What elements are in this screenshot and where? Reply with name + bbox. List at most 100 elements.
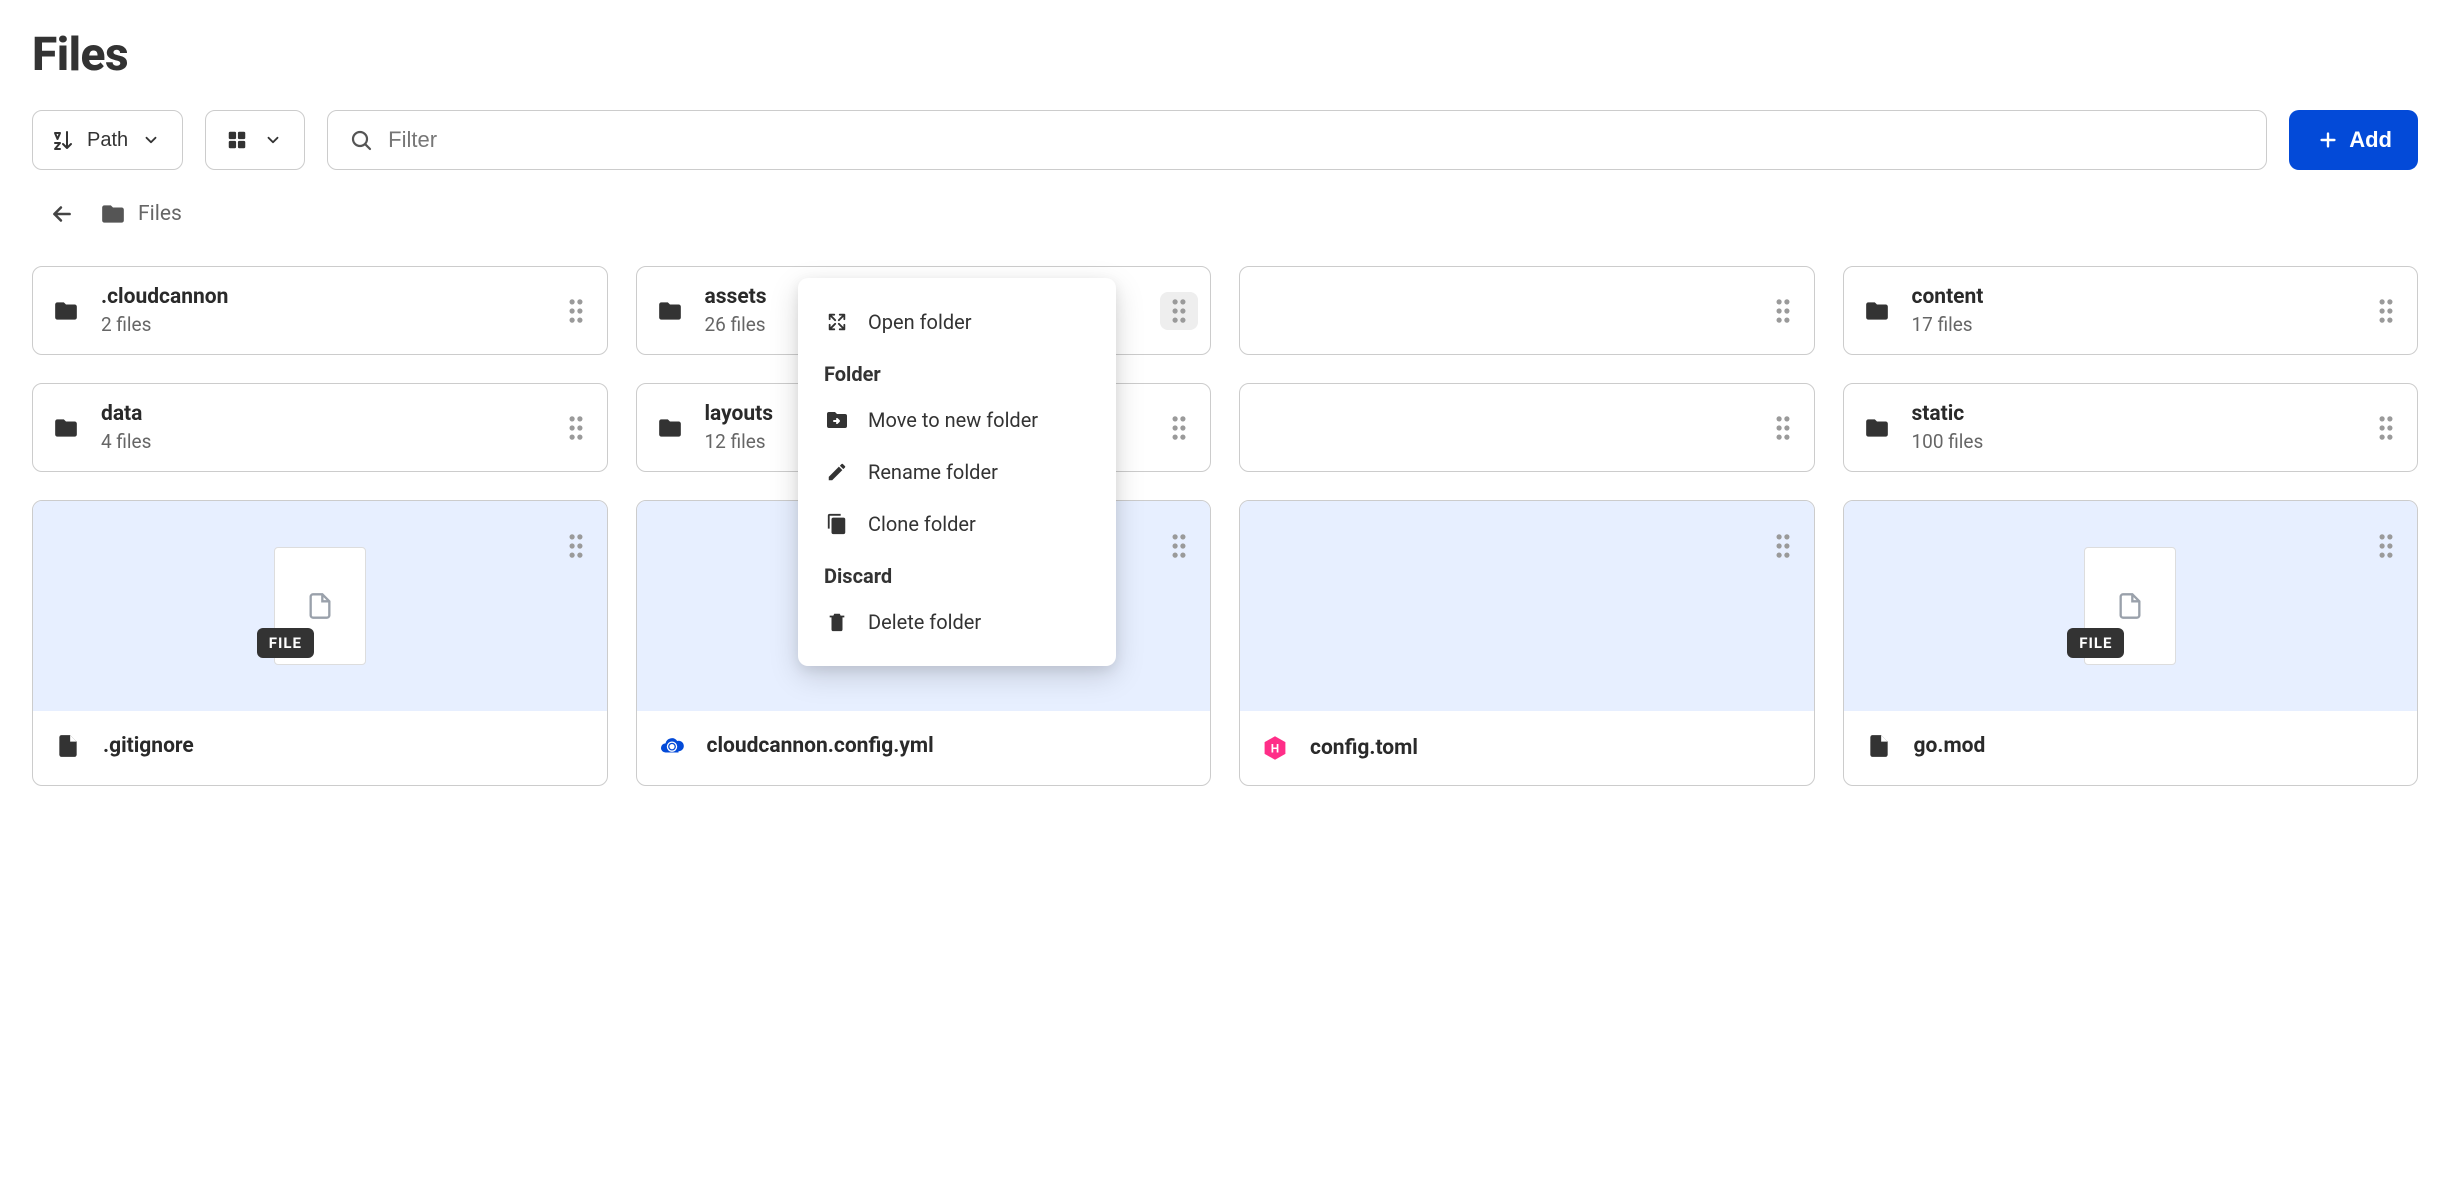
- folder-actions-button[interactable]: [1160, 409, 1198, 447]
- folder-card[interactable]: .cloudcannon 2 files: [32, 266, 608, 355]
- folder-actions-button[interactable]: [557, 292, 595, 330]
- chevron-down-icon: [260, 131, 286, 149]
- breadcrumb-back-button[interactable]: [44, 196, 80, 232]
- folder-card[interactable]: [1239, 266, 1815, 355]
- menu-open-folder[interactable]: Open folder: [798, 296, 1116, 348]
- file-name: config.toml: [1310, 736, 1418, 760]
- file-preview: [1240, 501, 1814, 711]
- folder-info: data 4 files: [101, 402, 151, 453]
- document-icon: FILE: [274, 547, 366, 665]
- file-actions-button[interactable]: [557, 527, 595, 565]
- file-footer: cloudcannon.config.yml: [637, 711, 1211, 781]
- file-actions-button[interactable]: [1160, 527, 1198, 565]
- filter-input-wrapper: [327, 110, 2267, 170]
- folder-actions-button[interactable]: [1764, 409, 1802, 447]
- file-badge: FILE: [257, 628, 314, 658]
- folder-card[interactable]: data 4 files: [32, 383, 608, 472]
- toolbar: Path Add: [32, 110, 2418, 170]
- edit-icon: [824, 461, 850, 483]
- file-card[interactable]: FILE go.mod: [1843, 500, 2419, 786]
- folder-icon: [53, 406, 79, 450]
- folder-icon: [1864, 289, 1890, 333]
- folder-actions-button[interactable]: [2367, 292, 2405, 330]
- file-icon: [55, 729, 81, 763]
- folder-info: content 17 files: [1912, 285, 1984, 336]
- folder-name: content: [1912, 285, 1984, 309]
- cloudcannon-icon: [659, 729, 685, 763]
- folder-meta: 12 files: [705, 430, 774, 453]
- breadcrumb: Files: [32, 196, 2418, 232]
- folder-meta: 4 files: [101, 430, 151, 453]
- folder-actions-button[interactable]: [557, 409, 595, 447]
- file-actions-button[interactable]: [2367, 527, 2405, 565]
- folder-actions-button[interactable]: [2367, 409, 2405, 447]
- file-name: cloudcannon.config.yml: [707, 734, 934, 758]
- file-grid: .cloudcannon 2 files assets 26 files con…: [32, 266, 2418, 786]
- document-icon: FILE: [2084, 547, 2176, 665]
- folder-icon: [657, 289, 683, 333]
- folder-card[interactable]: static 100 files: [1843, 383, 2419, 472]
- search-icon: [348, 128, 374, 152]
- add-label: Add: [2349, 127, 2392, 153]
- menu-move-folder[interactable]: Move to new folder: [798, 394, 1116, 446]
- file-card[interactable]: H config.toml: [1239, 500, 1815, 786]
- file-footer: H config.toml: [1240, 711, 1814, 785]
- menu-item-label: Clone folder: [868, 512, 976, 536]
- menu-section-folder: Folder: [798, 348, 1116, 394]
- folder-icon: [100, 199, 126, 229]
- folder-move-icon: [824, 408, 850, 432]
- view-dropdown[interactable]: [205, 110, 305, 170]
- file-card[interactable]: FILE .gitignore: [32, 500, 608, 786]
- trash-icon: [824, 611, 850, 633]
- page-title: Files: [32, 28, 2418, 82]
- folder-info: static 100 files: [1912, 402, 1984, 453]
- folder-icon: [1864, 406, 1890, 450]
- folder-card[interactable]: content 17 files: [1843, 266, 2419, 355]
- folder-card[interactable]: [1239, 383, 1815, 472]
- file-preview: FILE: [1844, 501, 2418, 711]
- folder-meta: 26 files: [705, 313, 767, 336]
- svg-text:H: H: [1271, 743, 1279, 756]
- hugo-icon: H: [1262, 729, 1288, 767]
- folder-info: layouts 12 files: [705, 402, 774, 453]
- folder-info: .cloudcannon 2 files: [101, 285, 228, 336]
- copy-icon: [824, 513, 850, 535]
- breadcrumb-root[interactable]: Files: [100, 199, 182, 229]
- menu-delete-folder[interactable]: Delete folder: [798, 596, 1116, 648]
- folder-actions-button[interactable]: [1764, 292, 1802, 330]
- menu-rename-folder[interactable]: Rename folder: [798, 446, 1116, 498]
- menu-section-discard: Discard: [798, 550, 1116, 596]
- folder-meta: 2 files: [101, 313, 228, 336]
- sort-az-icon: [51, 128, 77, 152]
- menu-clone-folder[interactable]: Clone folder: [798, 498, 1116, 550]
- folder-name: assets: [705, 285, 767, 309]
- folder-meta: 100 files: [1912, 430, 1984, 453]
- file-footer: .gitignore: [33, 711, 607, 781]
- folder-icon: [53, 289, 79, 333]
- file-footer: go.mod: [1844, 711, 2418, 781]
- file-icon: [1866, 729, 1892, 763]
- filter-input[interactable]: [388, 127, 2246, 153]
- sort-label: Path: [87, 129, 128, 152]
- file-name: .gitignore: [103, 734, 194, 758]
- menu-item-label: Move to new folder: [868, 408, 1038, 432]
- plus-icon: [2315, 129, 2341, 151]
- folder-actions-button[interactable]: [1160, 292, 1198, 330]
- menu-item-label: Open folder: [868, 310, 972, 334]
- sort-dropdown[interactable]: Path: [32, 110, 183, 170]
- folder-name: layouts: [705, 402, 774, 426]
- add-button[interactable]: Add: [2289, 110, 2418, 170]
- folder-name: .cloudcannon: [101, 285, 228, 309]
- file-actions-button[interactable]: [1764, 527, 1802, 565]
- breadcrumb-label: Files: [138, 202, 182, 226]
- folder-name: static: [1912, 402, 1984, 426]
- menu-item-label: Rename folder: [868, 460, 998, 484]
- folder-info: assets 26 files: [705, 285, 767, 336]
- grid-view-icon: [224, 129, 250, 151]
- chevron-down-icon: [138, 131, 164, 149]
- menu-item-label: Delete folder: [868, 610, 981, 634]
- folder-meta: 17 files: [1912, 313, 1984, 336]
- folder-name: data: [101, 402, 151, 426]
- folder-icon: [657, 406, 683, 450]
- expand-icon: [824, 311, 850, 333]
